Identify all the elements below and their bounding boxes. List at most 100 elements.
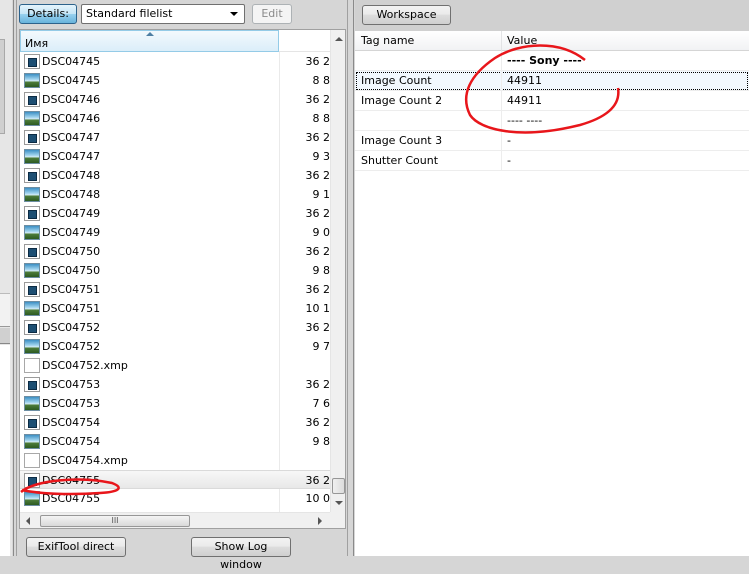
details-button[interactable]: Details:	[19, 4, 77, 24]
pane-border	[13, 0, 14, 556]
metadata-row[interactable]: Image Count 44911	[355, 71, 749, 91]
scrollbar-corner	[330, 512, 345, 528]
column-separator	[501, 91, 502, 111]
tag-name: Shutter Count	[361, 154, 439, 167]
file-list-row[interactable]: DSC04747 36 2	[20, 128, 330, 147]
pane-splitter[interactable]	[347, 0, 355, 556]
metadata-table[interactable]: Tag name Value ---- Sony ---- Image Count…	[355, 31, 749, 171]
file-list-row[interactable]: DSC04751 36 2	[20, 280, 330, 299]
side-panel-scrollbar[interactable]	[0, 39, 5, 134]
tag-value: ---- Sony ----	[507, 54, 582, 67]
filelist-select[interactable]: Standard filelist	[81, 4, 245, 24]
column-header-tag-name[interactable]: Tag name	[361, 34, 414, 47]
image-file-icon	[24, 301, 40, 316]
column-header-name[interactable]: Имя	[20, 30, 279, 52]
file-list-row[interactable]: DSC04754 36 2	[20, 413, 330, 432]
horizontal-scrollbar[interactable]: III	[20, 512, 330, 528]
file-list-row[interactable]: DSC04751 10 1	[20, 299, 330, 318]
image-file-icon	[24, 225, 40, 240]
file-list-row[interactable]: DSC04750 36 2	[20, 242, 330, 261]
file-name: DSC04752.xmp	[42, 359, 128, 372]
raw-file-icon	[24, 377, 40, 392]
file-pane: Details: Standard filelist Edit Имя DSC0…	[17, 0, 347, 571]
horizontal-scroll-thumb[interactable]: III	[40, 515, 190, 527]
file-size: 36 2	[305, 131, 331, 144]
file-name: DSC04754	[42, 416, 101, 429]
file-list-row[interactable]: DSC04750 9 8	[20, 261, 330, 280]
left-side-panel	[0, 0, 12, 556]
file-list-row[interactable]: DSC04746 36 2	[20, 90, 330, 109]
file-name: DSC04749	[42, 207, 101, 220]
tag-value: 44911	[507, 94, 542, 107]
scroll-thumb[interactable]	[332, 478, 345, 494]
column-separator	[501, 151, 502, 171]
raw-file-icon	[24, 206, 40, 221]
tag-value: 44911	[507, 74, 542, 87]
tag-name: Image Count	[361, 74, 432, 87]
scroll-down-icon[interactable]	[335, 501, 343, 505]
file-list-row[interactable]: DSC04745 36 2	[20, 52, 330, 71]
file-size: 36 2	[305, 283, 331, 296]
file-list-row[interactable]: DSC04754 9 8	[20, 432, 330, 451]
raw-file-icon	[24, 282, 40, 297]
file-list-row[interactable]: DSC04745 8 8	[20, 71, 330, 90]
file-name: DSC04748	[42, 188, 101, 201]
file-size: 36 2	[305, 207, 331, 220]
raw-file-icon	[24, 415, 40, 430]
tag-name: Image Count 2	[361, 94, 443, 107]
metadata-group-row[interactable]: ---- ----	[355, 111, 749, 131]
column-header-value[interactable]: Value	[507, 34, 537, 47]
file-name: DSC04755	[42, 474, 101, 487]
scroll-left-icon[interactable]	[26, 517, 30, 525]
column-separator	[501, 51, 502, 71]
file-list-row[interactable]: DSC04746 8 8	[20, 109, 330, 128]
image-file-icon	[24, 339, 40, 354]
image-file-icon	[24, 491, 40, 506]
file-size: 9 1	[312, 188, 331, 201]
workspace-button[interactable]: Workspace	[362, 5, 451, 25]
column-separator	[501, 31, 502, 51]
column-header-size[interactable]	[279, 30, 330, 52]
metadata-row[interactable]: Shutter Count -	[355, 151, 749, 171]
file-list-row[interactable]: DSC04752 36 2	[20, 318, 330, 337]
metadata-group-row[interactable]: ---- Sony ----	[355, 51, 749, 71]
file-size: 9 0	[312, 226, 331, 239]
file-size: 36 2	[305, 416, 331, 429]
file-list[interactable]: Имя DSC04745 36 2 DSC04745 8 8 DSC04746 36 2D…	[19, 29, 346, 529]
file-size: 10 0	[305, 492, 331, 505]
file-size: 10 1	[305, 302, 331, 315]
file-list-row[interactable]: DSC04755 36 2	[20, 470, 330, 489]
file-name: DSC04747	[42, 131, 101, 144]
exiftool-direct-button[interactable]: ExifTool direct	[26, 537, 126, 557]
file-size: 36 2	[305, 55, 331, 68]
file-list-row[interactable]: DSC04749 9 0	[20, 223, 330, 242]
file-list-row[interactable]: DSC04754.xmp	[20, 451, 330, 470]
vertical-scrollbar[interactable]	[330, 30, 345, 512]
file-size: 9 8	[312, 435, 331, 448]
file-list-rows: DSC04745 36 2 DSC04745 8 8 DSC04746 36 2 DSC04…	[20, 52, 330, 508]
sort-ascending-icon	[146, 32, 154, 36]
file-list-row[interactable]: DSC04749 36 2	[20, 204, 330, 223]
metadata-row[interactable]: Image Count 2 44911	[355, 91, 749, 111]
metadata-row[interactable]: Image Count 3 -	[355, 131, 749, 151]
file-name: DSC04755	[42, 492, 101, 505]
side-panel-section-header	[0, 328, 10, 344]
scroll-up-icon[interactable]	[335, 37, 343, 41]
file-name: DSC04754.xmp	[42, 454, 128, 467]
show-log-window-button[interactable]: Show Log window	[191, 537, 291, 571]
file-list-row[interactable]: DSC04753 36 2	[20, 375, 330, 394]
edit-button[interactable]: Edit	[252, 4, 292, 24]
file-list-row[interactable]: DSC04748 9 1	[20, 185, 330, 204]
file-size: 9 8	[312, 264, 331, 277]
file-list-row[interactable]: DSC04753 7 6	[20, 394, 330, 413]
file-name: DSC04746	[42, 112, 101, 125]
chevron-down-icon	[230, 12, 238, 16]
file-list-row[interactable]: DSC04747 9 3	[20, 147, 330, 166]
file-list-row[interactable]: DSC04752.xmp	[20, 356, 330, 375]
file-name: DSC04750	[42, 264, 101, 277]
file-list-row[interactable]: DSC04752 9 7	[20, 337, 330, 356]
scroll-right-icon[interactable]	[318, 517, 322, 525]
file-list-row[interactable]: DSC04748 36 2	[20, 166, 330, 185]
file-size: 36 2	[305, 378, 331, 391]
file-list-row[interactable]: DSC04755 10 0	[20, 489, 330, 508]
